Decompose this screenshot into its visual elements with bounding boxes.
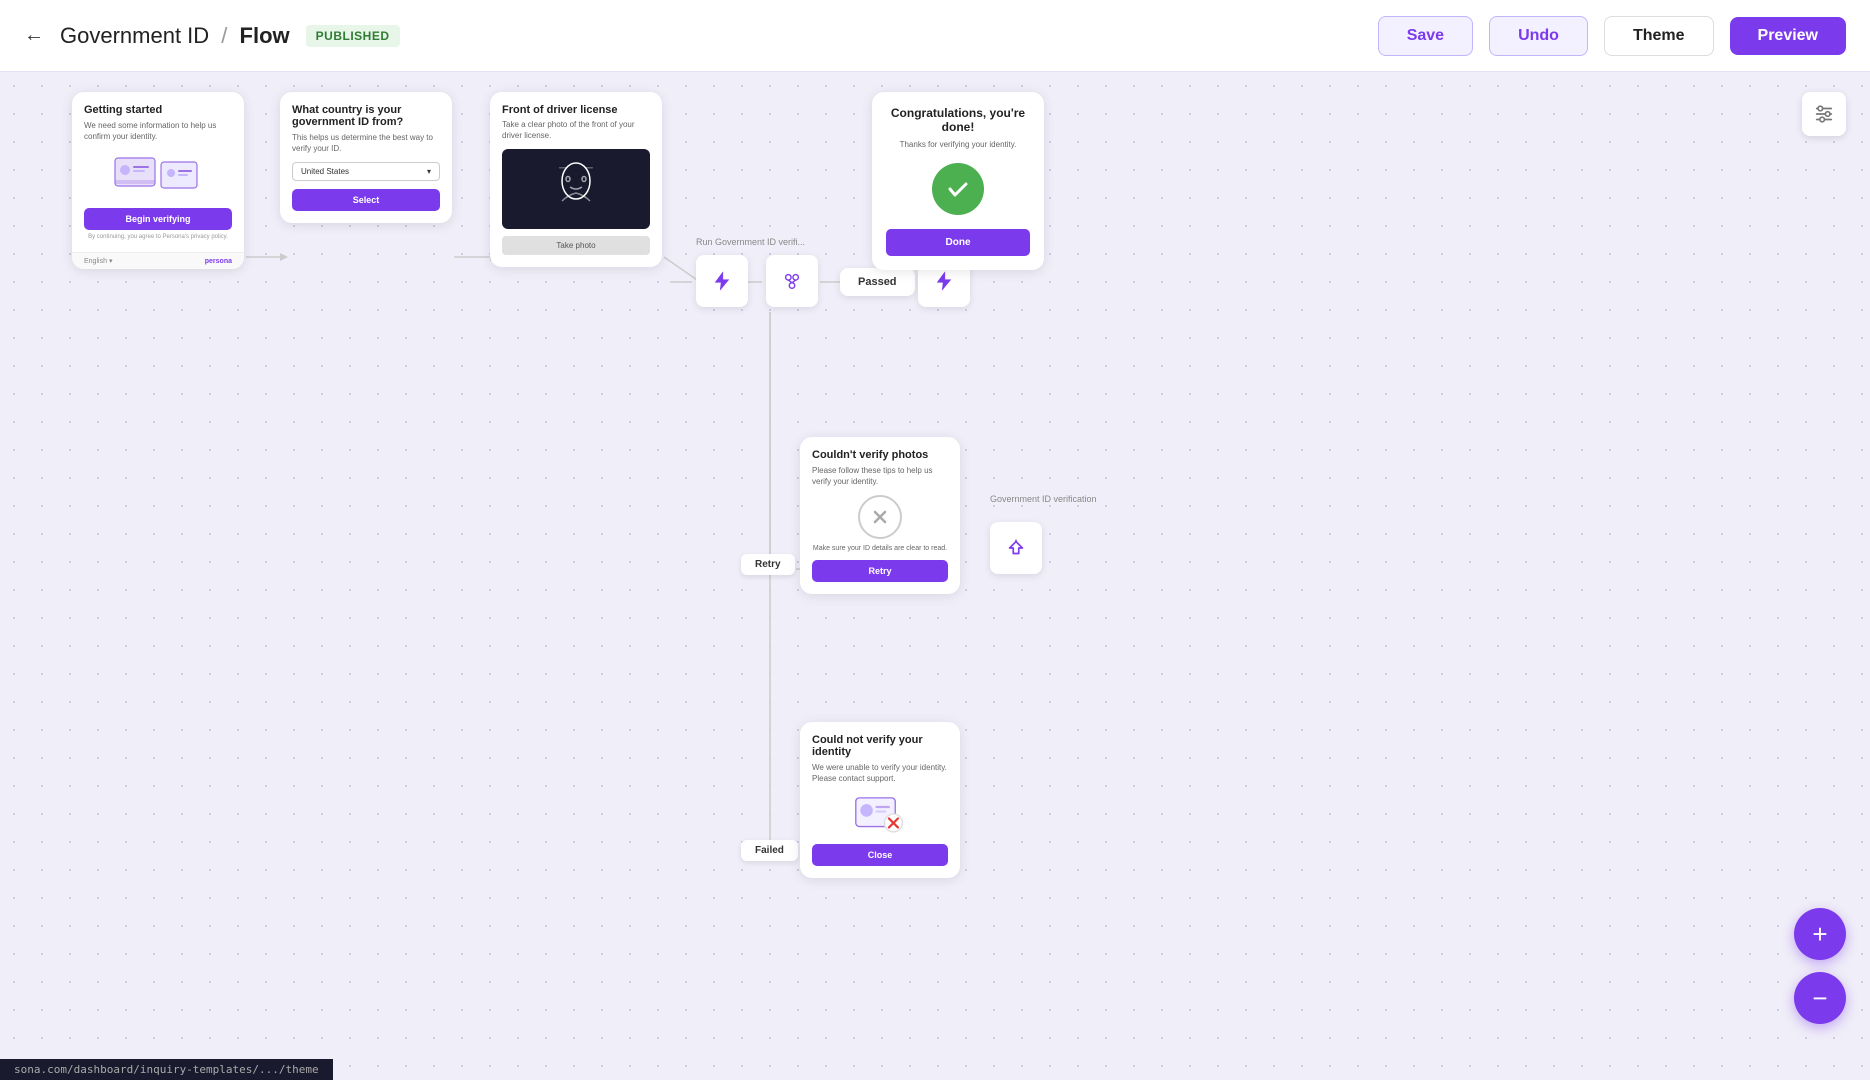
failed-label: Failed [755, 845, 784, 856]
header: ← Government ID / Flow PUBLISHED Save Un… [0, 0, 1870, 72]
select-button[interactable]: Select [292, 189, 440, 211]
success-desc: Thanks for verifying your identity. [886, 140, 1030, 149]
govid-title: Front of driver license [502, 104, 650, 116]
language-selector[interactable]: English ▾ [84, 257, 112, 265]
zoom-out-button[interactable]: − [1794, 972, 1846, 1024]
country-select-desc: This helps us determine the best way to … [292, 132, 440, 154]
breadcrumb: Government ID / Flow [60, 23, 290, 49]
status-bar: sona.com/dashboard/inquiry-templates/...… [0, 1059, 333, 1080]
start-desc: We need some information to help us conf… [84, 120, 232, 142]
close-button[interactable]: Close [812, 844, 948, 866]
start-footer: English ▾ persona [72, 252, 244, 269]
error-illustration [854, 792, 906, 836]
govid-redirect-label: Government ID verification [990, 494, 1097, 504]
sliders-icon [1813, 103, 1835, 125]
done-button[interactable]: Done [886, 229, 1030, 256]
zoom-in-button[interactable]: + [1794, 908, 1846, 960]
update-lightning-icon [933, 270, 955, 292]
undo-button[interactable]: Undo [1489, 16, 1588, 56]
run-govid-connector[interactable]: Run Government ID verifi... [696, 255, 748, 307]
start-title: Getting started [84, 104, 232, 116]
fail-error-title: Could not verify your identity [812, 734, 948, 758]
adjust-panel-button[interactable] [1802, 92, 1846, 136]
breadcrumb-govid: Government ID [60, 23, 209, 48]
breadcrumb-flow: Flow [240, 23, 290, 48]
flow-canvas[interactable]: Start Getting started We need some infor… [0, 72, 1870, 1080]
govid-redirect-node[interactable]: Government ID verification [990, 522, 1042, 574]
theme-button[interactable]: Theme [1604, 16, 1714, 56]
save-button[interactable]: Save [1378, 16, 1473, 56]
id-illustration-svg [113, 150, 203, 200]
preview-button[interactable]: Preview [1730, 17, 1846, 55]
id-verify-fail-node: ID verify Couldn't verify photos Please … [800, 437, 960, 594]
error-id-icon [854, 792, 906, 836]
redirect-icon [1005, 537, 1027, 559]
x-icon [869, 506, 891, 528]
published-badge: PUBLISHED [306, 25, 400, 47]
begin-verifying-button[interactable]: Begin verifying [84, 208, 232, 230]
govid-verification-node: Government ID verification Front of driv… [490, 92, 662, 267]
checkmark-icon [944, 175, 972, 203]
fail-note: Make sure your ID details are clear to r… [812, 545, 948, 552]
retry-button[interactable]: Retry [812, 560, 948, 582]
take-photo-button[interactable]: Take photo [502, 236, 650, 255]
country-select-title: What country is your government ID from? [292, 104, 440, 128]
persona-brand: persona [205, 258, 232, 265]
license-preview [502, 149, 650, 229]
back-button[interactable]: ← [24, 24, 44, 47]
dropdown-chevron-icon: ▾ [427, 167, 431, 176]
passed-label: Passed [858, 276, 897, 288]
face-icon [551, 159, 601, 219]
fail-error-desc: We were unable to verify your identity. … [812, 762, 948, 784]
run-govid-label: Run Government ID verifi... [696, 237, 805, 247]
country-select-dropdown[interactable]: United States ▾ [292, 162, 440, 181]
id-verify-fail-desc: Please follow these tips to help us veri… [812, 465, 948, 487]
success-node: Success Congratulations, you're done! Th… [872, 92, 1044, 270]
merge-icon [781, 270, 803, 292]
status-url: sona.com/dashboard/inquiry-templates/...… [14, 1063, 319, 1076]
fail-error-node: Fail Could not verify your identity We w… [800, 722, 960, 878]
breadcrumb-separator: / [221, 23, 227, 48]
id-verify-fail-title: Couldn't verify photos [812, 449, 948, 461]
success-title: Congratulations, you're done! [886, 106, 1030, 134]
retry-node: Retry [741, 554, 795, 575]
language-label: English [84, 258, 107, 265]
x-circle [858, 495, 902, 539]
govid-desc: Take a clear photo of the front of your … [502, 119, 650, 141]
terms-text: By continuing, you agree to Persona's pr… [84, 234, 232, 240]
country-select-node: Country select What country is your gove… [280, 92, 452, 223]
start-illustration [84, 150, 232, 200]
lightning-icon [711, 270, 733, 292]
start-node: Start Getting started We need some infor… [72, 92, 244, 269]
chevron-down-icon: ▾ [109, 257, 113, 265]
failed-node: Failed [741, 840, 798, 861]
check-circle [932, 163, 984, 215]
retry-label: Retry [755, 559, 781, 570]
select-value: United States [301, 167, 349, 176]
passed-node: Passed [840, 268, 915, 296]
merge-connector[interactable] [766, 255, 818, 307]
